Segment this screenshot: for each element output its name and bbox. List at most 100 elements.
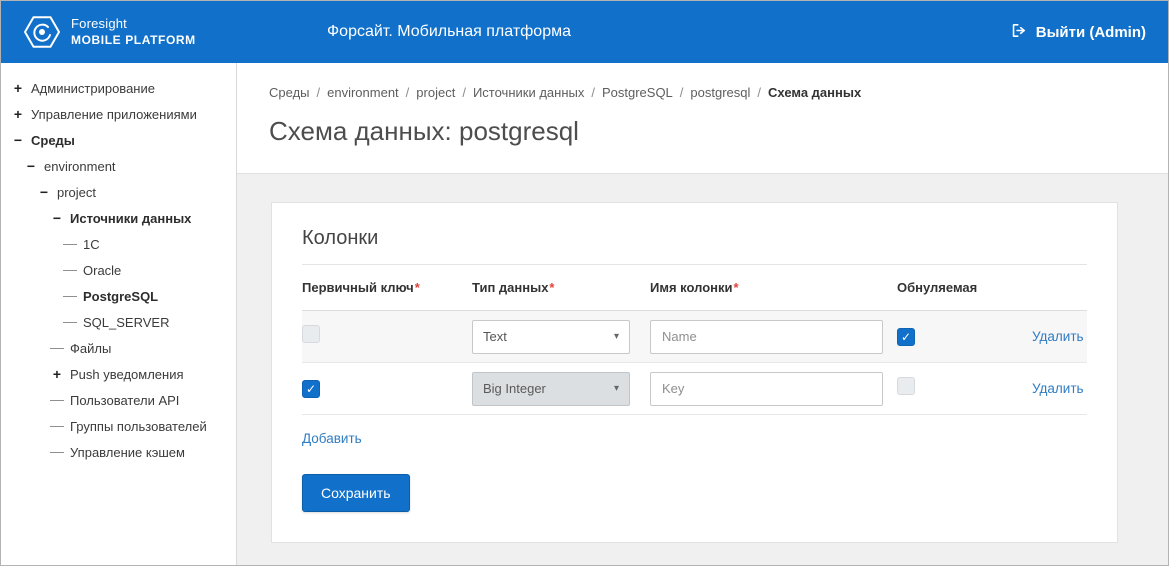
sidebar-item-label: SQL_SERVER (83, 314, 170, 330)
breadcrumb-separator: / (316, 85, 321, 100)
app-title: Форсайт. Мобильная платформа (327, 23, 571, 40)
data-type-cell: Big Integer ▾ (472, 371, 650, 406)
add-row-link[interactable]: Добавить (302, 431, 362, 446)
header-primary-key: Первичный ключ* (302, 280, 472, 295)
primary-key-checkbox[interactable]: ✓ (302, 325, 320, 343)
sidebar-item-oracle[interactable]: Oracle (1, 257, 236, 283)
table-row: ✓ Big Integer ▾ Key Удалить (302, 363, 1087, 415)
sidebar-item-label: project (57, 184, 97, 200)
collapse-minus-icon[interactable]: − (50, 210, 64, 226)
data-type-select[interactable]: Text ▾ (472, 319, 630, 354)
delete-link[interactable]: Удалить (1032, 381, 1084, 396)
nullable-checkbox[interactable]: ✓ (897, 377, 915, 395)
header-label: Имя колонки (650, 280, 733, 295)
required-asterisk: * (549, 280, 555, 295)
expand-plus-icon[interactable]: + (50, 366, 64, 382)
sidebar-item-label: environment (44, 158, 116, 174)
tree-branch-icon (63, 243, 77, 245)
nullable-cell: ✓ (897, 377, 1032, 400)
tree-branch-icon (50, 399, 64, 401)
sidebar-item-sql-server[interactable]: SQL_SERVER (1, 309, 236, 335)
column-name-cell (650, 319, 897, 354)
sidebar-item-api-users[interactable]: Пользователи API (1, 387, 236, 413)
tree-branch-icon (50, 347, 64, 349)
required-asterisk: * (414, 280, 420, 295)
sidebar-item-app-management[interactable]: + Управление приложениями (1, 101, 236, 127)
brand: Foresight MOBILE PLATFORM (23, 13, 196, 51)
column-name-cell (650, 371, 897, 406)
dropdown-arrow-icon: ▾ (613, 383, 619, 394)
columns-card: Колонки Первичный ключ* Тип данных* Имя … (271, 202, 1118, 543)
app-window: Foresight MOBILE PLATFORM Форсайт. Мобил… (0, 0, 1169, 566)
header-label: Обнуляемая (897, 280, 978, 295)
sidebar-item-label: Push уведомления (70, 366, 184, 382)
expand-plus-icon[interactable]: + (11, 80, 25, 96)
collapse-minus-icon[interactable]: − (24, 158, 38, 174)
breadcrumb-item[interactable]: PostgreSQL (602, 85, 673, 100)
collapse-minus-icon[interactable]: − (37, 184, 51, 200)
breadcrumb-separator: / (405, 85, 410, 100)
breadcrumb-item[interactable]: Среды (269, 85, 310, 100)
nullable-checkbox[interactable]: ✓ (897, 327, 915, 346)
card-title: Колонки (302, 227, 379, 249)
sidebar-item-label: Администрирование (31, 80, 155, 96)
collapse-minus-icon[interactable]: − (11, 132, 25, 148)
breadcrumb-item-current: Схема данных (768, 85, 862, 100)
breadcrumb-item[interactable]: environment (327, 85, 399, 100)
actions-cell: Удалить (1032, 328, 1092, 346)
breadcrumb-separator: / (591, 85, 595, 100)
sidebar-tree: + Администрирование + Управление приложе… (1, 63, 237, 565)
tree-branch-icon (50, 451, 64, 453)
sidebar-item-user-groups[interactable]: Группы пользователей (1, 413, 236, 439)
primary-key-checkbox[interactable]: ✓ (302, 379, 320, 398)
breadcrumb-item[interactable]: project (416, 85, 455, 100)
sidebar-item-environments[interactable]: − Среды (1, 127, 236, 153)
tree-branch-icon (63, 269, 77, 271)
breadcrumb-separator: / (679, 85, 684, 100)
data-type-select[interactable]: Big Integer ▾ (472, 371, 630, 406)
sidebar-item-postgresql[interactable]: PostgreSQL (1, 283, 236, 309)
sidebar-item-project[interactable]: − project (1, 179, 236, 205)
primary-key-cell: ✓ (302, 325, 472, 348)
sidebar-item-cache-management[interactable]: Управление кэшем (1, 439, 236, 465)
breadcrumb: Среды / environment / project / Источники данн… (269, 85, 1136, 100)
sidebar-item-label: Среды (31, 132, 75, 148)
tree-branch-icon (63, 295, 77, 297)
foresight-logo-icon (23, 13, 61, 51)
top-header: Foresight MOBILE PLATFORM Форсайт. Мобил… (1, 1, 1168, 63)
column-name-input[interactable] (650, 319, 883, 354)
select-value: Big Integer (483, 381, 546, 396)
brand-name: Foresight (71, 16, 127, 32)
dropdown-arrow-icon: ▾ (613, 331, 619, 342)
header-data-type: Тип данных* (472, 280, 650, 295)
page-title: Схема данных: postgresql (269, 116, 579, 146)
sidebar-item-data-sources[interactable]: − Источники данных (1, 205, 236, 231)
nullable-cell: ✓ (897, 327, 1032, 346)
save-button[interactable]: Сохранить (302, 474, 410, 512)
sidebar-item-1c[interactable]: 1C (1, 231, 236, 257)
breadcrumb-item[interactable]: postgresql (690, 85, 750, 100)
tree-branch-icon (63, 321, 77, 323)
breadcrumb-item[interactable]: Источники данных (473, 85, 584, 100)
content: Колонки Первичный ключ* Тип данных* Имя … (237, 174, 1168, 565)
brand-subtitle: MOBILE PLATFORM (71, 32, 196, 47)
table-row: ✓ Text ▾ (302, 311, 1087, 363)
delete-link[interactable]: Удалить (1032, 329, 1084, 344)
sidebar-item-administration[interactable]: + Администрирование (1, 75, 236, 101)
select-value: Text (483, 329, 507, 344)
body: + Администрирование + Управление приложе… (1, 63, 1168, 565)
table-header-row: Первичный ключ* Тип данных* Имя колонки*… (302, 265, 1087, 311)
sidebar-item-push-notifications[interactable]: + Push уведомления (1, 361, 236, 387)
header-label: Первичный ключ (302, 280, 414, 295)
breadcrumb-separator: / (757, 85, 762, 100)
sidebar-item-label: PostgreSQL (83, 288, 159, 304)
brand-text: Foresight MOBILE PLATFORM (71, 16, 196, 47)
main-area: Среды / environment / project / Источники данн… (237, 63, 1168, 565)
actions-cell: Удалить (1032, 380, 1092, 398)
expand-plus-icon[interactable]: + (11, 106, 25, 122)
logout-icon (1010, 22, 1027, 43)
logout-button[interactable]: Выйти (Admin) (1010, 22, 1146, 43)
sidebar-item-files[interactable]: Файлы (1, 335, 236, 361)
sidebar-item-environment[interactable]: − environment (1, 153, 236, 179)
column-name-input[interactable] (650, 371, 883, 406)
